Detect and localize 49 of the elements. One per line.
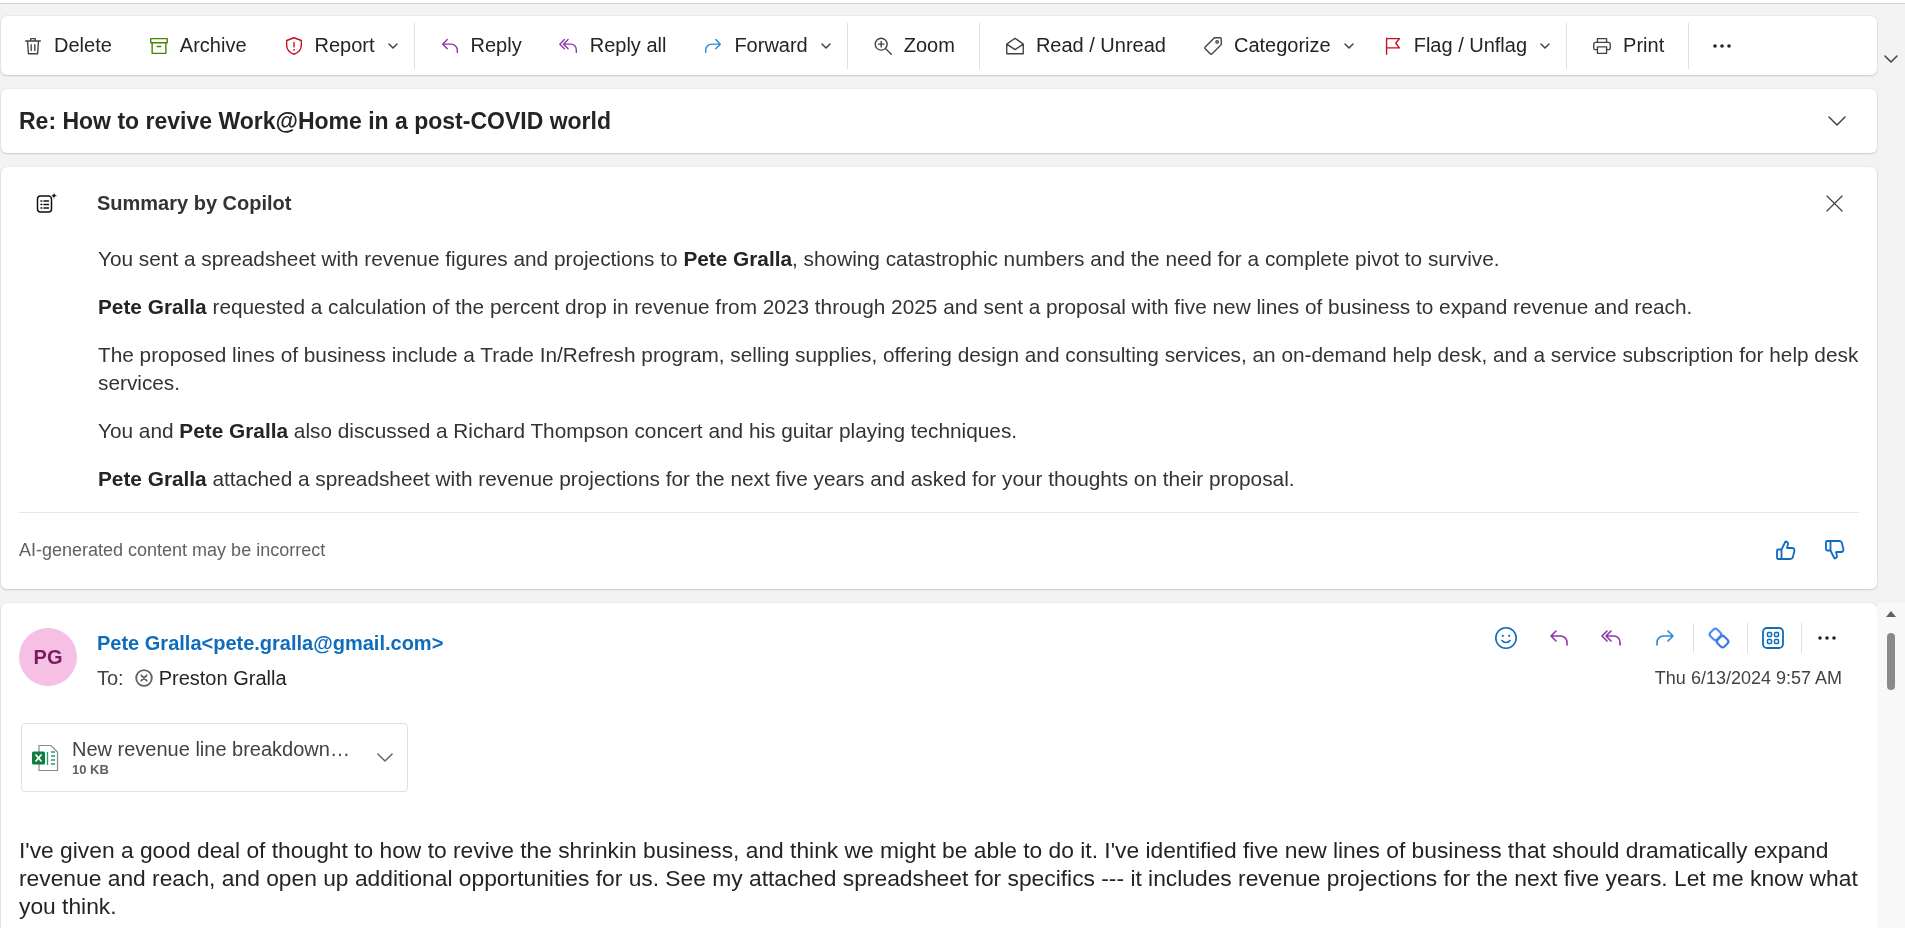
spreadsheet-file-icon	[31, 743, 59, 772]
attachment-card[interactable]: New revenue line breakdown… 10 KB	[21, 723, 408, 792]
disclaimer-text: AI-generated content may be incorrect	[19, 539, 326, 561]
scroll-up-arrow-icon[interactable]	[1886, 611, 1896, 617]
summary-paragraph: Pete Gralla attached a spreadsheet with revenue projections for the next five years and asked for your thoughts on their proposal.	[98, 466, 1296, 492]
read-unread-button[interactable]: Read / Unread	[991, 25, 1178, 66]
attachment-size: 10 KB	[72, 761, 109, 778]
thumbs-down-icon[interactable]	[1823, 538, 1847, 562]
summary-paragraph: You and Pete Gralla also discussed a Richard Thompson concert and his guitar playing techniques.	[98, 418, 1019, 444]
archive-button[interactable]: Archive	[135, 25, 259, 66]
apps-grid-icon[interactable]	[1761, 626, 1785, 650]
attachment-name: New revenue line breakdown…	[72, 737, 350, 761]
more-icon	[1713, 43, 1732, 48]
summary-title: Summary by Copilot	[97, 191, 292, 215]
caret-icon	[387, 42, 398, 49]
forward-button[interactable]: Forward	[690, 25, 835, 66]
sender-link[interactable]: Pete Gralla<pete.gralla@gmail.com>	[97, 630, 444, 656]
smiley-icon[interactable]	[1494, 626, 1518, 650]
x-circle-icon	[134, 669, 153, 687]
summary-paragraph: The proposed lines of business include a Trade In/Refresh program, selling supplies, offering design and consulting services, an on-demand help desk, and a service subscription for help desk services.	[98, 342, 1860, 396]
report-button[interactable]: Report	[270, 25, 402, 66]
reply-button[interactable]: Reply	[426, 25, 534, 66]
overlapping-diamonds-icon[interactable]	[1707, 626, 1731, 650]
summary-paragraph: Pete Gralla requested a calculation of the percent drop in revenue from 2023 through 2025 and sent a proposal with five new lines of business to expand revenue and reach.	[98, 294, 1694, 320]
message-body-text: I've given a good deal of thought to how to revive the shrinkin business, and think we might be able to do it. I've identified five new lines of business that should dramatically expand revenue and reach, and open up additional opportunities for us. See my attached spreadsheet for specifics --- it includes revenue projections for the next five years. Let me know what you think.	[19, 836, 1859, 920]
chevron-down-icon[interactable]	[377, 753, 393, 762]
summary-paragraph: You sent a spreadsheet with revenue figures and projections to Pete Gralla, showing catastrophic numbers and the need for a complete pivot to survive.	[98, 246, 1501, 272]
close-icon[interactable]	[1826, 194, 1843, 212]
more-icon[interactable]	[1818, 636, 1836, 640]
scrollbar-thumb[interactable]	[1887, 633, 1895, 690]
categorize-button[interactable]: Categorize	[1189, 25, 1358, 66]
delete-button[interactable]: Delete	[10, 25, 124, 66]
to-label: To:	[97, 666, 124, 690]
chevron-down-icon[interactable]	[1884, 55, 1898, 63]
caret-icon	[1540, 42, 1551, 49]
recipient-name[interactable]: Preston Gralla	[158, 666, 287, 690]
thumbs-up-icon[interactable]	[1774, 538, 1798, 562]
caret-icon	[1343, 42, 1354, 49]
document-sparkle-icon	[35, 191, 59, 215]
print-button[interactable]: Print	[1579, 25, 1677, 66]
tag-icon	[1201, 34, 1224, 57]
flag-button[interactable]: Flag / Unflag	[1369, 25, 1555, 66]
zoom-button[interactable]: Zoom	[859, 25, 967, 66]
caret-icon	[820, 42, 831, 49]
subject-text: Re: How to revive Work@Home in a post-COVID world	[19, 107, 611, 135]
reply-all-button[interactable]: Reply all	[545, 25, 679, 66]
chevron-down-icon[interactable]	[1828, 116, 1846, 126]
avatar: PG	[19, 628, 77, 686]
date-text: Thu 6/13/2024 9:57 AM	[1654, 667, 1842, 689]
